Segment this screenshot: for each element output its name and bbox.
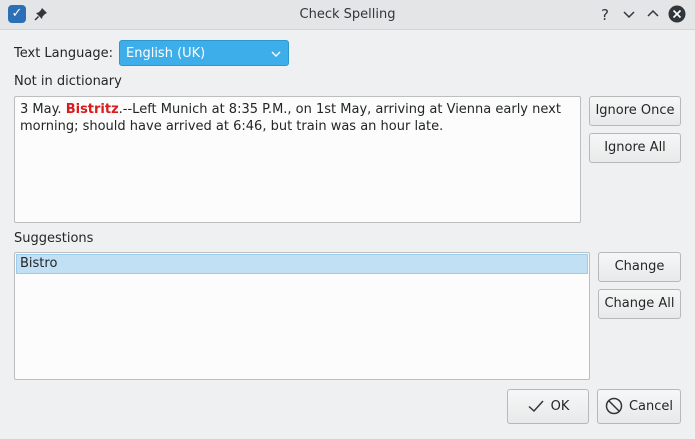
misspelled-word: Bistritz bbox=[65, 102, 119, 117]
ignore-once-button[interactable]: Ignore Once bbox=[589, 96, 681, 126]
change-all-button[interactable]: Change All bbox=[598, 289, 681, 319]
cancel-button-label: Cancel bbox=[628, 399, 674, 414]
svg-text:?: ? bbox=[601, 6, 609, 23]
suggestions-list[interactable]: Bistro bbox=[14, 252, 590, 380]
maximize-icon[interactable] bbox=[644, 5, 662, 23]
language-select[interactable]: English (UK) bbox=[119, 40, 289, 66]
language-select-value: English (UK) bbox=[126, 46, 206, 61]
context-text-area[interactable]: 3 May. Bistritz.--Left Munich at 8:35 P.… bbox=[14, 96, 581, 223]
suggestions-label: Suggestions bbox=[14, 231, 94, 246]
cancel-button[interactable]: Cancel bbox=[597, 389, 681, 424]
minimize-icon[interactable] bbox=[620, 5, 638, 23]
text-language-label: Text Language: bbox=[14, 46, 113, 61]
ok-button-label: OK bbox=[550, 399, 570, 414]
suggestion-item[interactable]: Bistro bbox=[16, 254, 588, 274]
ignore-all-button[interactable]: Ignore All bbox=[589, 133, 681, 163]
title-bar: ✓ Check Spelling ? bbox=[0, 0, 695, 30]
window-title: Check Spelling bbox=[299, 7, 396, 22]
not-in-dictionary-label: Not in dictionary bbox=[14, 74, 122, 89]
checkmark-icon bbox=[528, 399, 544, 412]
close-icon[interactable] bbox=[668, 5, 686, 23]
change-button[interactable]: Change bbox=[598, 252, 681, 282]
cancel-icon bbox=[605, 397, 623, 414]
help-icon[interactable]: ? bbox=[596, 5, 614, 23]
ok-button[interactable]: OK bbox=[507, 389, 589, 424]
check-spelling-dialog: ✓ Check Spelling ? Text Language: Englis… bbox=[0, 0, 695, 439]
context-text-before: 3 May. bbox=[20, 102, 66, 117]
chevron-down-icon bbox=[271, 51, 281, 57]
